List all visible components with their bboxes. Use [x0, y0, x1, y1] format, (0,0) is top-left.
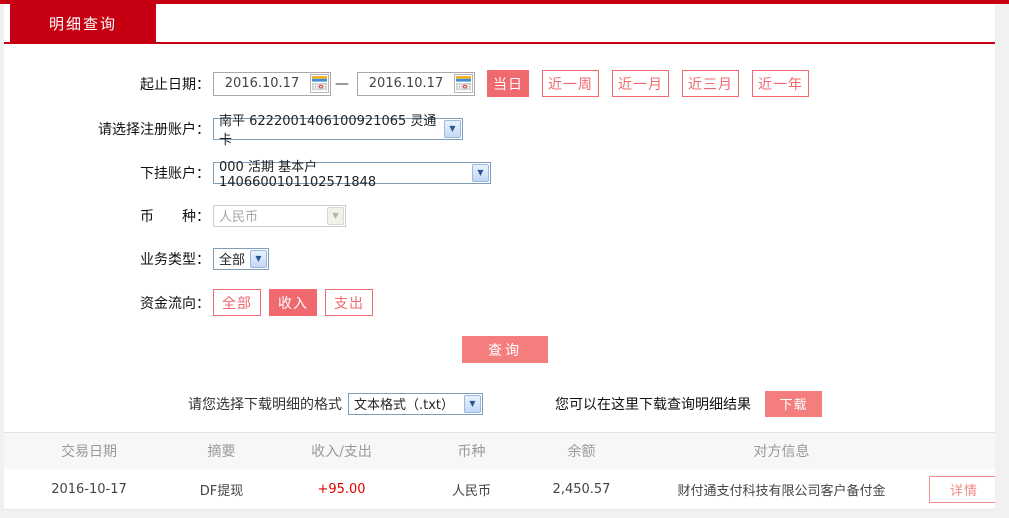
quick-range-group: 当日 近一周 近一月 近三月 近一年 — [487, 70, 822, 97]
query-button[interactable]: 查询 — [462, 336, 548, 363]
col-header-date: 交易日期 — [61, 444, 117, 460]
register-account-select[interactable]: 南平 6222001406100921065 灵通卡 ▼ — [213, 114, 463, 148]
currency-row: 币 种： 人民币 ▼ — [4, 202, 346, 229]
cell-summary: DF提现 — [199, 483, 244, 499]
start-date-value: 2016.10.17 — [224, 76, 300, 91]
col-header-amount: 收入/支出 — [311, 444, 372, 460]
currency-label: 币 种： — [140, 208, 210, 225]
sub-account-select[interactable]: 000 活期 基本户 1406600101102571848 ▼ — [213, 160, 491, 190]
end-date-input[interactable]: 2016.10.17 — [357, 71, 475, 96]
quick-range-year-button[interactable]: 近一年 — [752, 70, 809, 97]
sub-account-label: 下挂账户： — [140, 165, 210, 182]
sub-account-value: 000 活期 基本户 1406600101102571848 — [219, 159, 377, 190]
business-type-label: 业务类型： — [140, 251, 210, 268]
tab-detail-query[interactable]: 明细查询 — [10, 4, 156, 42]
col-header-currency: 币种 — [457, 444, 486, 460]
download-hint: 您可以在这里下载查询明细结果 — [555, 396, 751, 413]
col-header-summary: 摘要 — [207, 444, 236, 460]
tab-underline — [4, 42, 995, 44]
register-account-value: 南平 6222001406100921065 灵通卡 — [219, 113, 437, 148]
business-type-row: 业务类型： 全部 ▼ — [4, 245, 269, 272]
register-account-label: 请选择注册账户： — [98, 121, 210, 138]
download-format-label: 请您选择下载明细的格式 — [188, 396, 342, 413]
currency-value: 人民币 — [219, 210, 259, 225]
table-row: 2016-10-17 DF提现 +95.00 人民币 2,450.57 财付通支… — [4, 469, 995, 510]
cell-currency: 人民币 — [451, 483, 491, 499]
sub-account-row: 下挂账户： 000 活期 基本户 1406600101102571848 ▼ — [4, 159, 491, 190]
main-panel: 明细查询 起止日期： 2016.10.17 — 2016.10.17 当日 近一… — [4, 0, 995, 510]
start-date-input[interactable]: 2016.10.17 — [213, 71, 331, 96]
calendar-icon[interactable] — [454, 74, 473, 93]
quick-range-quarter-button[interactable]: 近三月 — [682, 70, 739, 97]
quick-range-month-button[interactable]: 近一月 — [612, 70, 669, 97]
date-range-row: 起止日期： 2016.10.17 — 2016.10.17 当日 近一周 近一月… — [4, 70, 822, 97]
cell-action: 详情 — [929, 475, 995, 503]
quick-range-today-button[interactable]: 当日 — [487, 70, 529, 97]
download-row: 请您选择下载明细的格式 文本格式（.txt） ▼ 您可以在这里下载查询明细结果 … — [188, 390, 822, 417]
tab-label: 明细查询 — [48, 14, 117, 33]
cell-date: 2016-10-17 — [51, 481, 127, 497]
col-header-balance: 余额 — [567, 444, 596, 460]
quick-range-week-button[interactable]: 近一周 — [542, 70, 599, 97]
register-account-row: 请选择注册账户： 南平 6222001406100921065 灵通卡 ▼ — [4, 114, 463, 148]
cell-balance: 2,450.57 — [552, 481, 611, 497]
business-type-select[interactable]: 全部 ▼ — [213, 247, 269, 270]
chevron-down-icon: ▼ — [250, 249, 267, 268]
fund-flow-expense-button[interactable]: 支出 — [325, 289, 373, 316]
date-range-label: 起止日期： — [140, 76, 210, 93]
fund-flow-row: 资金流向： 全部 收入 支出 — [4, 289, 381, 316]
chevron-down-icon: ▼ — [472, 163, 489, 182]
chevron-down-icon: ▼ — [327, 206, 344, 225]
cell-counterparty: 财付通支付科技有限公司客户备付金 — [677, 483, 886, 499]
calendar-icon[interactable] — [310, 74, 329, 93]
col-header-counterparty: 对方信息 — [753, 444, 810, 460]
download-button[interactable]: 下载 — [765, 390, 822, 417]
table-header-row: 交易日期 摘要 收入/支出 币种 余额 对方信息 — [4, 432, 995, 469]
business-type-value: 全部 — [219, 253, 246, 268]
fund-flow-label: 资金流向： — [140, 295, 210, 312]
chevron-down-icon: ▼ — [464, 394, 481, 413]
download-format-select[interactable]: 文本格式（.txt） ▼ — [348, 392, 483, 415]
date-range-separator: — — [335, 75, 349, 92]
currency-select: 人民币 ▼ — [213, 204, 346, 227]
fund-flow-group: 全部 收入 支出 — [213, 289, 381, 316]
fund-flow-all-button[interactable]: 全部 — [213, 289, 261, 316]
download-format-value: 文本格式（.txt） — [354, 398, 455, 413]
end-date-value: 2016.10.17 — [368, 76, 444, 91]
top-accent-bar — [0, 0, 1009, 4]
fund-flow-income-button[interactable]: 收入 — [269, 289, 317, 316]
detail-button[interactable]: 详情 — [929, 475, 995, 503]
cell-amount: +95.00 — [317, 481, 366, 497]
chevron-down-icon: ▼ — [444, 119, 461, 138]
